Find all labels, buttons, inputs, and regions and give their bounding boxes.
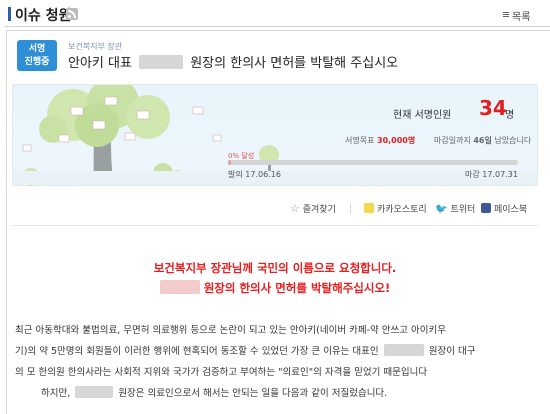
header-divider — [5, 26, 550, 27]
petition-title[interactable]: 안아키 대표 원장의 한의사 면허를 박탈해 주십시오 — [68, 52, 398, 71]
facebook-label: 페이스북 — [494, 205, 528, 215]
redacted-name — [139, 55, 184, 69]
end-date: 17.07.31 — [482, 170, 518, 179]
body-line: 의 모 한의원 한의사라는 사회적 지위와 국가가 검증하고 부여하는 "의료인… — [15, 367, 428, 378]
content-heading-2-text: 원장의 한의사 면허를 박탈해주십시오! — [203, 281, 391, 295]
signature-count: 34 — [479, 96, 507, 120]
body-line-part: 원장이 대구 — [428, 346, 476, 357]
favorite-label: 즐겨찾기 — [302, 205, 336, 215]
status-badge-line1: 서명 — [28, 44, 46, 54]
start-date-info: 발의 17.06.16 — [228, 169, 281, 180]
deadline-suffix: 남았습니다 — [494, 136, 532, 145]
status-badge: 서명 진행중 — [17, 40, 57, 71]
petition-ministry: 보건복지부 장관 — [68, 42, 123, 51]
deadline-days: 46일 — [473, 136, 492, 145]
body-line-part: 기)의 약 5만명의 회원들이 이러한 행위에 현혹되어 동조할 수 있었던 가… — [15, 346, 379, 357]
body-line-part: 하지만, — [41, 388, 71, 399]
body-line: 하지만, 원장은 의료인으로서 해서는 안되는 일을 다음과 같이 저질렀습니다… — [15, 383, 540, 404]
redacted-name — [159, 280, 200, 294]
content-heading-2: 원장의 한의사 면허를 박탈해주십시오! — [0, 280, 550, 296]
share-divider-line — [12, 225, 538, 226]
content-heading-1: 보건복지부 장관님께 국민의 이름으로 요청합니다. — [153, 261, 397, 275]
twitter-label: 트위터 — [450, 205, 476, 215]
petition-body: 최근 아동학대와 불법의료, 무면허 의료행위 등으로 논란이 되고 있는 안아… — [15, 320, 540, 404]
star-icon: ☆ — [290, 202, 300, 215]
section-title: 이슈 청원 — [15, 8, 72, 24]
signature-count-unit: 명 — [505, 110, 515, 121]
section-header: 이슈 청원 목록 — [0, 0, 550, 27]
end-date-info: 마감 17.07.31 — [465, 169, 518, 180]
deadline-info: 마감일까지 46일 남았습니다 — [434, 135, 531, 146]
header-accent-bar — [8, 7, 11, 21]
favorite-button[interactable]: ☆ 즐겨찾기 — [290, 202, 336, 215]
twitter-button[interactable]: 🐦 트위터 — [435, 202, 475, 215]
facebook-icon — [481, 203, 491, 213]
start-date: 17.06.16 — [245, 170, 281, 179]
kakaostory-button[interactable]: 카카오스토리 — [364, 202, 427, 215]
petition-title-prefix: 안아키 대표 — [68, 56, 132, 71]
progress-bar-fill — [228, 160, 231, 165]
share-divider — [350, 203, 351, 214]
goal-value: 30,000명 — [377, 136, 416, 145]
kakaostory-label: 카카오스토리 — [377, 205, 427, 215]
twitter-icon: 🐦 — [435, 204, 448, 215]
goal-label: 서명목표 — [345, 136, 375, 145]
body-line: 기)의 약 5만명의 회원들이 이러한 행위에 현혹되어 동조할 수 있었던 가… — [15, 341, 540, 362]
signature-goal: 서명목표 30,000명 — [345, 135, 415, 146]
body-line-part: 원장은 의료인으로서 해서는 안되는 일을 다음과 같이 저질렀습니다. — [118, 388, 388, 399]
list-link[interactable]: 목록 — [512, 8, 530, 23]
body-line: 최근 아동학대와 불법의료, 무면허 의료행위 등으로 논란이 되고 있는 안아… — [15, 325, 446, 336]
redacted-name — [75, 386, 114, 398]
status-badge-line2: 진행중 — [24, 57, 50, 67]
start-label: 발의 — [228, 170, 243, 179]
kakaostory-icon — [364, 203, 374, 213]
facebook-button[interactable]: 페이스북 — [481, 202, 527, 215]
list-icon[interactable] — [503, 12, 509, 17]
progress-bar — [228, 160, 518, 165]
petition-title-suffix: 원장의 한의사 면허를 박탈해 주십시오 — [190, 56, 399, 71]
end-label: 마감 — [465, 170, 480, 179]
deadline-label: 마감일까지 — [434, 136, 471, 145]
rss-icon[interactable] — [66, 8, 78, 20]
signature-count-label: 현재 서명인원 — [393, 110, 452, 121]
redacted-name — [383, 344, 424, 356]
